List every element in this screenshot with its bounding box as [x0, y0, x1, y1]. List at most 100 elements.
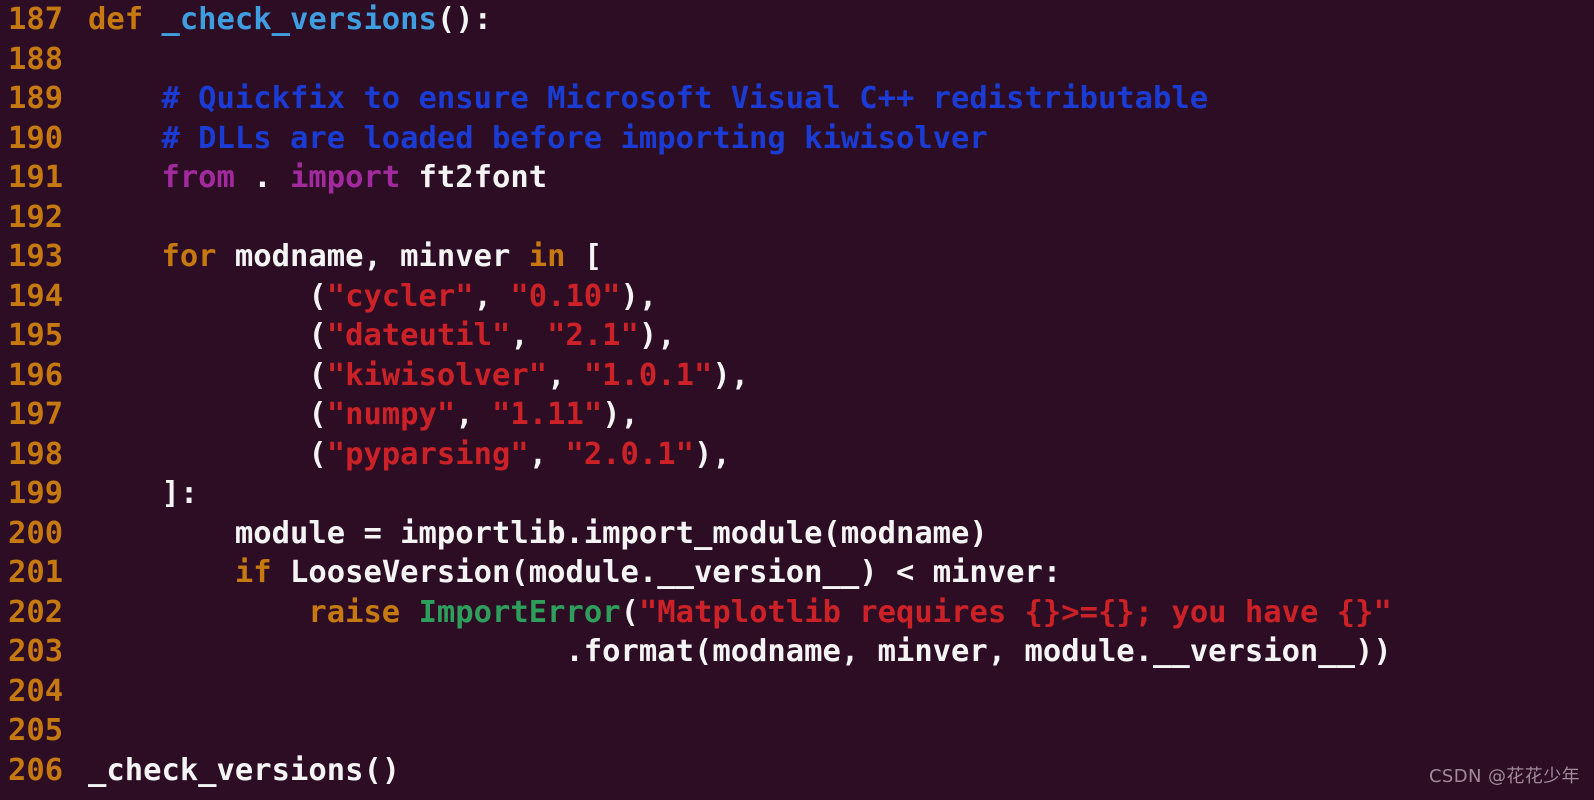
token-keyword: raise — [308, 594, 401, 630]
token-function_name: _check_versions — [161, 2, 437, 37]
line-number: 205 — [8, 713, 64, 748]
line-content[interactable]: ("cycler", "0.10"), — [88, 277, 657, 317]
line-content[interactable]: ("pyparsing", "2.0.1"), — [88, 435, 731, 475]
line-number: 194 — [8, 278, 64, 314]
token-plain: , — [547, 357, 584, 393]
line-number: 187 — [8, 2, 64, 37]
line-content[interactable]: def _check_versions(): — [88, 0, 492, 40]
line-number: 193 — [8, 239, 64, 274]
line-content[interactable]: ]: — [88, 474, 198, 514]
line-content[interactable]: from . import ft2font — [88, 158, 547, 198]
token-exception: ImportError — [418, 594, 621, 630]
line-number: 202 — [8, 594, 64, 630]
token-plain: _check_versions() — [88, 752, 401, 788]
token-string: "dateutil" — [326, 318, 511, 353]
code-line[interactable]: 198 ("pyparsing", "2.0.1"), — [0, 435, 1594, 475]
line-number: 203 — [8, 634, 64, 669]
code-line[interactable]: 206 _check_versions() — [0, 751, 1594, 791]
token-string: "2.1" — [547, 318, 639, 353]
line-content[interactable]: _check_versions() — [88, 751, 400, 791]
code-line[interactable]: 187 def _check_versions(): — [0, 0, 1594, 40]
token-plain: , — [473, 278, 511, 314]
code-line[interactable]: 195 ("dateutil", "2.1"), — [0, 316, 1594, 356]
line-number: 200 — [8, 515, 64, 551]
code-line[interactable]: 191 from . import ft2font — [0, 158, 1594, 198]
token-string: "2.0.1" — [565, 436, 694, 472]
line-content[interactable]: # DLLs are loaded before importing kiwis… — [88, 119, 988, 159]
token-string: "kiwisolver" — [326, 357, 548, 393]
line-content[interactable]: ("numpy", "1.11"), — [88, 395, 639, 435]
token-comment: # DLLs are loaded before importing kiwis… — [88, 120, 988, 156]
token-keyword: def — [88, 2, 162, 37]
code-line[interactable]: 205 — [0, 711, 1594, 751]
line-content[interactable]: ("kiwisolver", "1.0.1"), — [88, 356, 749, 396]
line-content[interactable]: raise ImportError("Matplotlib requires {… — [88, 593, 1392, 633]
token-string: "numpy" — [326, 397, 456, 432]
token-plain: ( — [88, 357, 327, 393]
code-line[interactable]: 204 — [0, 672, 1594, 712]
line-content[interactable]: module = importlib.import_module(modname… — [88, 514, 988, 554]
token-plain: ( — [88, 397, 327, 432]
line-number: 197 — [8, 397, 64, 432]
token-string: "Matplotlib requires {}>={}; you have {}… — [638, 594, 1392, 630]
token-import_keyword: from — [161, 160, 235, 195]
token-plain: ), — [602, 397, 639, 432]
code-line[interactable]: 196 ("kiwisolver", "1.0.1"), — [0, 356, 1594, 396]
token-plain: . — [234, 160, 290, 195]
code-line[interactable]: 189 # Quickfix to ensure Microsoft Visua… — [0, 79, 1594, 119]
line-number: 188 — [8, 41, 64, 77]
token-plain: ( — [88, 318, 327, 353]
token-plain: , — [455, 397, 492, 432]
token-string: "cycler" — [326, 278, 474, 314]
line-number: 204 — [8, 673, 64, 709]
token-plain: .format(modname, minver, module.__versio… — [88, 634, 1392, 669]
code-line[interactable]: 203 .format(modname, minver, module.__ve… — [0, 632, 1594, 672]
code-line[interactable]: 200 module = importlib.import_module(mod… — [0, 514, 1594, 554]
code-line[interactable]: 197 ("numpy", "1.11"), — [0, 395, 1594, 435]
token-plain: (): — [436, 2, 492, 37]
code-line[interactable]: 192 — [0, 198, 1594, 238]
code-editor-viewport[interactable]: 187 def _check_versions(): 188 189 # Quickf… — [0, 0, 1594, 800]
token-string: "1.0.1" — [583, 357, 713, 393]
line-number: 199 — [8, 476, 64, 511]
line-number: 192 — [8, 199, 64, 235]
token-plain: ft2font — [400, 160, 548, 195]
token-plain: ( — [88, 278, 327, 314]
token-string: "1.11" — [492, 397, 603, 432]
line-number: 196 — [8, 357, 64, 393]
line-content[interactable]: ("dateutil", "2.1"), — [88, 316, 676, 356]
line-content[interactable]: if LooseVersion(module.__version__) < mi… — [88, 553, 1061, 593]
token-import_keyword: import — [290, 160, 401, 195]
token-string: "pyparsing" — [326, 436, 529, 472]
line-number: 195 — [8, 318, 64, 353]
token-plain: , — [510, 318, 548, 353]
token-keyword: for — [161, 239, 217, 274]
token-keyword: if — [234, 555, 272, 590]
code-line[interactable]: 202 raise ImportError("Matplotlib requir… — [0, 593, 1594, 633]
line-content[interactable]: for modname, minver in [ — [88, 237, 602, 277]
code-line[interactable]: 188 — [0, 40, 1594, 80]
line-content[interactable]: # Quickfix to ensure Microsoft Visual C+… — [88, 79, 1208, 119]
token-plain: ), — [638, 318, 676, 353]
code-line[interactable]: 194 ("cycler", "0.10"), — [0, 277, 1594, 317]
code-line[interactable]: 199 ]: — [0, 474, 1594, 514]
token-plain: ), — [694, 436, 731, 472]
token-plain: ), — [620, 278, 658, 314]
code-screenshot: 187 def _check_versions(): 188 189 # Quickf… — [0, 0, 1594, 800]
code-line[interactable]: 193 for modname, minver in [ — [0, 237, 1594, 277]
token-plain: ]: — [88, 476, 199, 511]
line-number: 201 — [8, 555, 64, 590]
token-plain: ( — [88, 436, 327, 472]
code-line[interactable]: 201 if LooseVersion(module.__version__) … — [0, 553, 1594, 593]
token-comment: # Quickfix to ensure Microsoft Visual C+… — [88, 81, 1209, 116]
line-content[interactable]: .format(modname, minver, module.__versio… — [88, 632, 1392, 672]
line-number: 190 — [8, 120, 64, 156]
line-number: 191 — [8, 160, 64, 195]
code-line[interactable]: 190 # DLLs are loaded before importing k… — [0, 119, 1594, 159]
token-keyword: in — [528, 239, 566, 274]
